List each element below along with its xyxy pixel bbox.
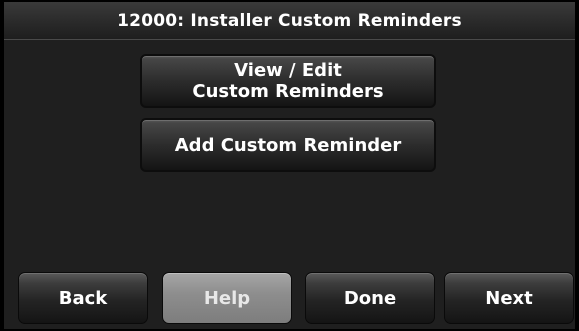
next-label: Next (485, 287, 533, 309)
view-edit-reminders-button[interactable]: View / Edit Custom Reminders (140, 54, 436, 108)
done-button[interactable]: Done (305, 272, 435, 324)
view-edit-label-line2: Custom Reminders (192, 81, 384, 102)
add-reminder-label: Add Custom Reminder (174, 134, 402, 156)
help-label: Help (203, 287, 251, 309)
view-edit-label-line1: View / Edit (234, 60, 342, 81)
page-title: 12000: Installer Custom Reminders (4, 2, 575, 40)
next-button[interactable]: Next (444, 272, 574, 324)
back-label: Back (58, 287, 108, 309)
thermostat-screen: 12000: Installer Custom Reminders View /… (0, 0, 579, 331)
back-button[interactable]: Back (18, 272, 148, 324)
help-button[interactable]: Help (162, 272, 292, 324)
add-custom-reminder-button[interactable]: Add Custom Reminder (140, 118, 436, 172)
done-label: Done (343, 287, 397, 309)
